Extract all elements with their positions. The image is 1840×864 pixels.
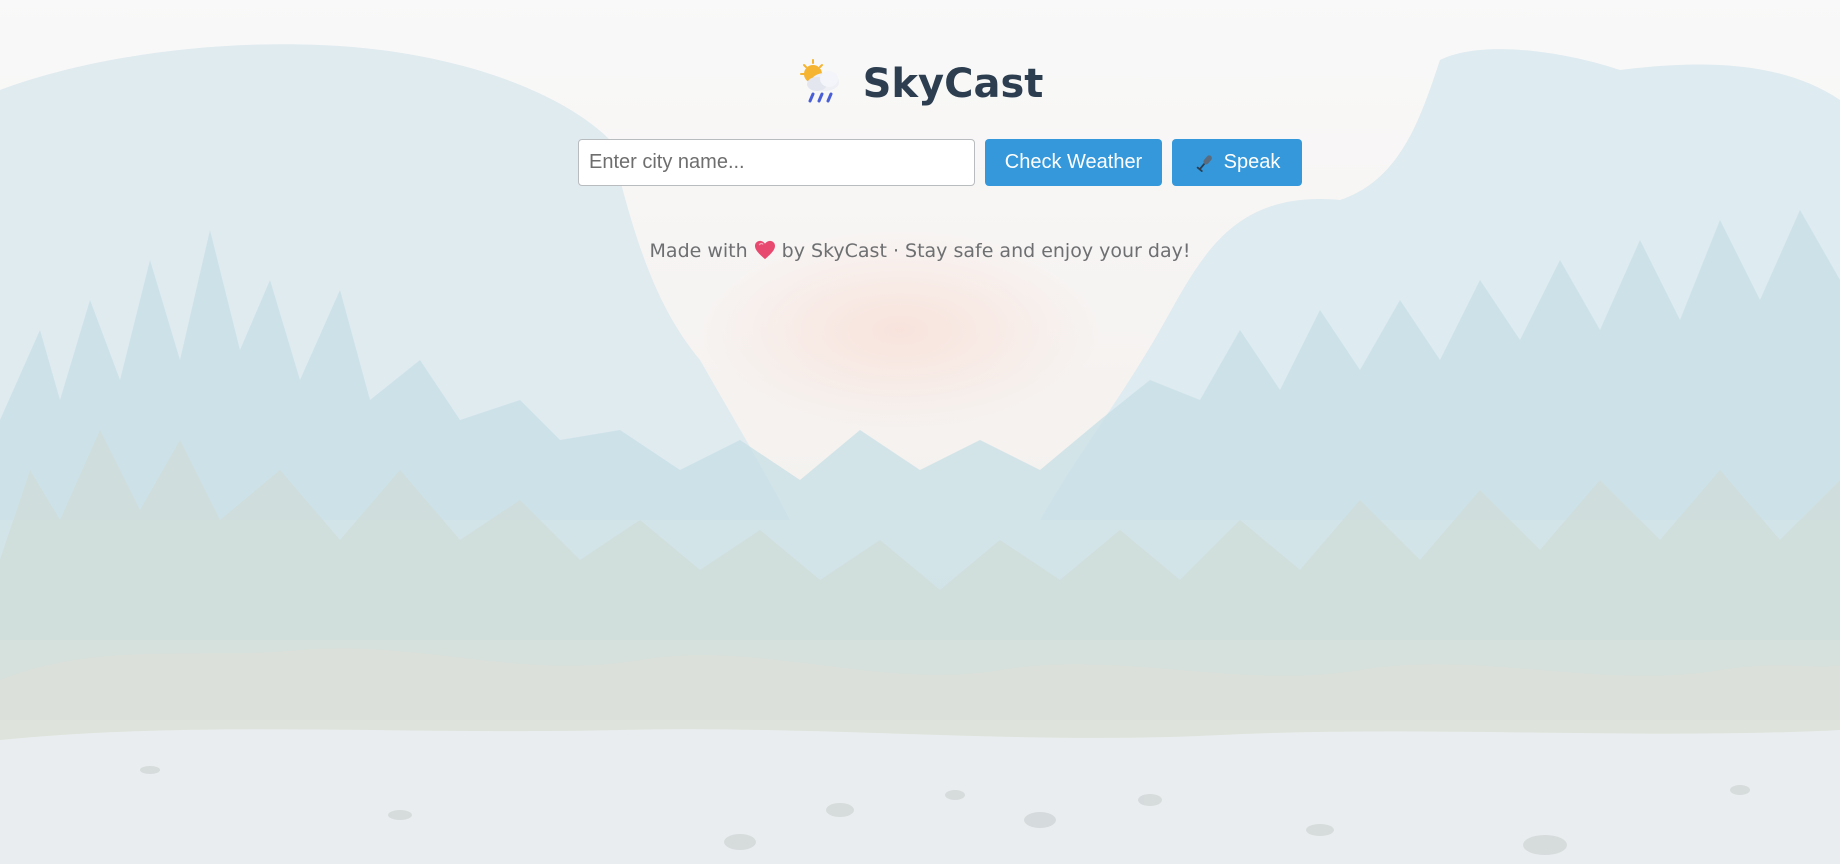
heart-icon xyxy=(754,240,775,260)
speak-label: Speak xyxy=(1223,151,1281,173)
check-weather-button[interactable]: Check Weather xyxy=(985,139,1162,186)
microphone-icon xyxy=(1196,154,1212,172)
footer-text: Made with by SkyCast · Stay safe and enjo… xyxy=(0,238,1840,264)
main-content: SkyCast Check Weather Speak Made with by … xyxy=(0,0,1840,864)
page: SkyCast Check Weather Speak Made with by … xyxy=(0,0,1840,864)
app-title: SkyCast xyxy=(0,56,1840,112)
footer-text-before: Made with xyxy=(649,240,748,262)
cloud-sun-rain-icon xyxy=(799,59,839,103)
app-title-text: SkyCast xyxy=(862,61,1044,107)
check-weather-label: Check Weather xyxy=(1004,151,1143,173)
speak-button[interactable]: Speak xyxy=(1172,139,1302,186)
footer-text-after: by SkyCast · Stay safe and enjoy your da… xyxy=(781,240,1191,262)
city-search-input[interactable] xyxy=(578,139,975,186)
search-bar: Check Weather Speak xyxy=(578,139,1302,186)
